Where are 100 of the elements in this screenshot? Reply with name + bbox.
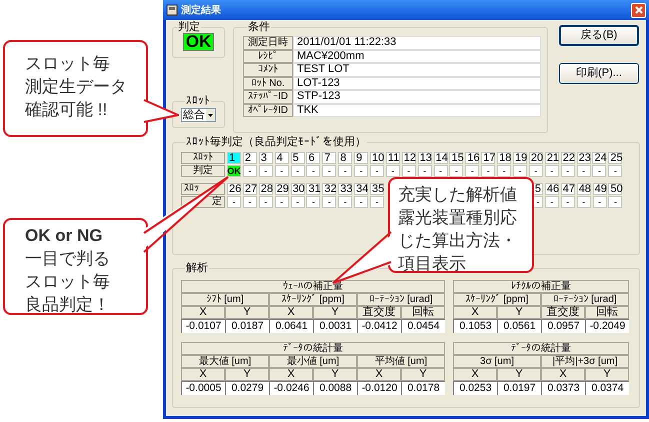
slot-number[interactable]: 23	[576, 152, 591, 164]
slot-number[interactable]: 15	[449, 152, 464, 164]
slot-result: -	[513, 165, 528, 177]
slot-number[interactable]: 5	[534, 183, 544, 195]
group-label: ｽﾛｯﾄ	[185, 95, 211, 107]
column-header: 回転	[585, 306, 629, 319]
slot-number[interactable]: 47	[560, 183, 575, 195]
condition-value: LOT-123	[293, 76, 541, 90]
slot-number[interactable]: 49	[592, 183, 607, 195]
table-cell: 0.0957	[541, 319, 585, 333]
slot-result: -	[258, 165, 273, 177]
slot-result: -	[592, 196, 607, 208]
slot-result: -	[528, 165, 543, 177]
table-cell: 0.0561	[497, 319, 541, 333]
callout-text: 良品判定！	[25, 294, 110, 316]
slot-number[interactable]: 24	[592, 152, 606, 164]
slot-number[interactable]: 20	[528, 152, 543, 164]
slot-number[interactable]: 14	[434, 152, 448, 164]
slot-number[interactable]: 5	[290, 152, 305, 164]
slot-number[interactable]: 16	[465, 152, 480, 164]
slot-number[interactable]: 25	[608, 152, 622, 164]
slot-number[interactable]: 35	[370, 183, 384, 195]
column-header: Y	[401, 368, 445, 381]
slot-result: -	[544, 165, 559, 177]
column-group-header: ﾛｰﾃｰｼｮﾝ [urad]	[541, 293, 629, 306]
slot-number[interactable]: 28	[258, 183, 273, 195]
window-title: 測定結果	[181, 3, 221, 18]
dropdown-value: 総合	[182, 109, 206, 121]
condition-label: 測定日時	[243, 36, 293, 50]
slot-number[interactable]: 50	[608, 183, 622, 195]
callout-text: 測定生データ	[25, 76, 127, 98]
slot-number[interactable]: 29	[274, 183, 289, 195]
table-cell: 0.0187	[225, 319, 269, 333]
slot-number[interactable]: 34	[354, 183, 368, 195]
column-group-header: 3σ [um]	[453, 355, 541, 368]
slot-number[interactable]: 1	[227, 152, 241, 164]
close-button[interactable]	[631, 2, 646, 18]
slot-number[interactable]: 26	[227, 183, 241, 195]
slot-number[interactable]: 17	[481, 152, 496, 164]
slot-number[interactable]: 46	[544, 183, 559, 195]
table-cell: -0.2049	[585, 319, 629, 333]
window-icon	[166, 4, 178, 16]
slot-result: -	[338, 196, 352, 208]
group-label: 判定	[177, 21, 201, 33]
condition-label: ｵﾍﾟﾚｰﾀID	[243, 104, 293, 117]
group-label: ｽﾛｯﾄ毎判定（良品判定ﾓｰﾄﾞを使用）	[185, 136, 367, 148]
column-header: X	[541, 368, 585, 381]
slot-result: -	[608, 196, 622, 208]
slot-number[interactable]: 6	[306, 152, 320, 164]
slot-number[interactable]: 3	[258, 152, 273, 164]
slot-number[interactable]: 8	[338, 152, 352, 164]
column-header: X	[269, 306, 313, 319]
slot-number[interactable]: 30	[290, 183, 305, 195]
column-group-header: 平均値 [um]	[357, 355, 445, 368]
condition-label: ｺﾒﾝﾄ	[243, 63, 293, 76]
column-header: Y	[497, 306, 541, 319]
slot-number[interactable]: 9	[354, 152, 368, 164]
slot-number[interactable]: 31	[306, 183, 320, 195]
slot-number[interactable]: 22	[560, 152, 575, 164]
slot-number[interactable]: 7	[322, 152, 336, 164]
slot-number[interactable]: 18	[497, 152, 512, 164]
group-label: 条件	[247, 21, 271, 33]
slot-result: -	[258, 196, 273, 208]
column-group-header: 最大値 [um]	[181, 355, 269, 368]
column-header: 直交度	[541, 306, 585, 319]
column-header: Y	[313, 306, 357, 319]
back-button[interactable]: 戻る(B)	[559, 25, 639, 46]
column-group-header: ｽｹｰﾘﾝｸﾞ [ppm]	[453, 293, 541, 306]
column-header: Y	[225, 306, 269, 319]
slot-number[interactable]: 33	[338, 183, 352, 195]
table-cell: 0.0031	[313, 319, 357, 333]
table-cell: 0.0373	[541, 381, 585, 395]
column-group-header: ｼﾌﾄ [um]	[181, 293, 269, 306]
slot-result: -	[242, 165, 257, 177]
slot-result: -	[338, 165, 352, 177]
slot-number[interactable]: 10	[370, 152, 384, 164]
slot-number[interactable]: 48	[576, 183, 591, 195]
table-title: ﾚﾁｸﾙの補正量	[453, 280, 629, 293]
slot-number[interactable]: 4	[274, 152, 289, 164]
slot-result: -	[290, 165, 305, 177]
slot-number[interactable]: 32	[322, 183, 336, 195]
slot-result: -	[290, 196, 305, 208]
slot-result: -	[322, 165, 336, 177]
slot-number[interactable]: 2	[242, 152, 257, 164]
slot-number[interactable]: 11	[386, 152, 400, 164]
slot-result: -	[354, 165, 368, 177]
slot-number[interactable]: 19	[513, 152, 528, 164]
row-label: ｽﾛｯﾄ	[193, 153, 213, 163]
slot-result: -	[560, 196, 575, 208]
slot-result: -	[306, 196, 320, 208]
slot-result: -	[544, 196, 559, 208]
print-button[interactable]: 印刷(P)...	[559, 63, 639, 84]
slot-result: -	[497, 165, 512, 177]
slot-result: -	[402, 165, 416, 177]
slot-dropdown[interactable]: 総合	[181, 108, 216, 122]
slot-number[interactable]: 21	[544, 152, 559, 164]
callout-text: 確認可能 !!	[25, 99, 108, 121]
slot-number[interactable]: 13	[418, 152, 432, 164]
slot-number[interactable]: 12	[402, 152, 416, 164]
slot-number[interactable]: 27	[242, 183, 257, 195]
